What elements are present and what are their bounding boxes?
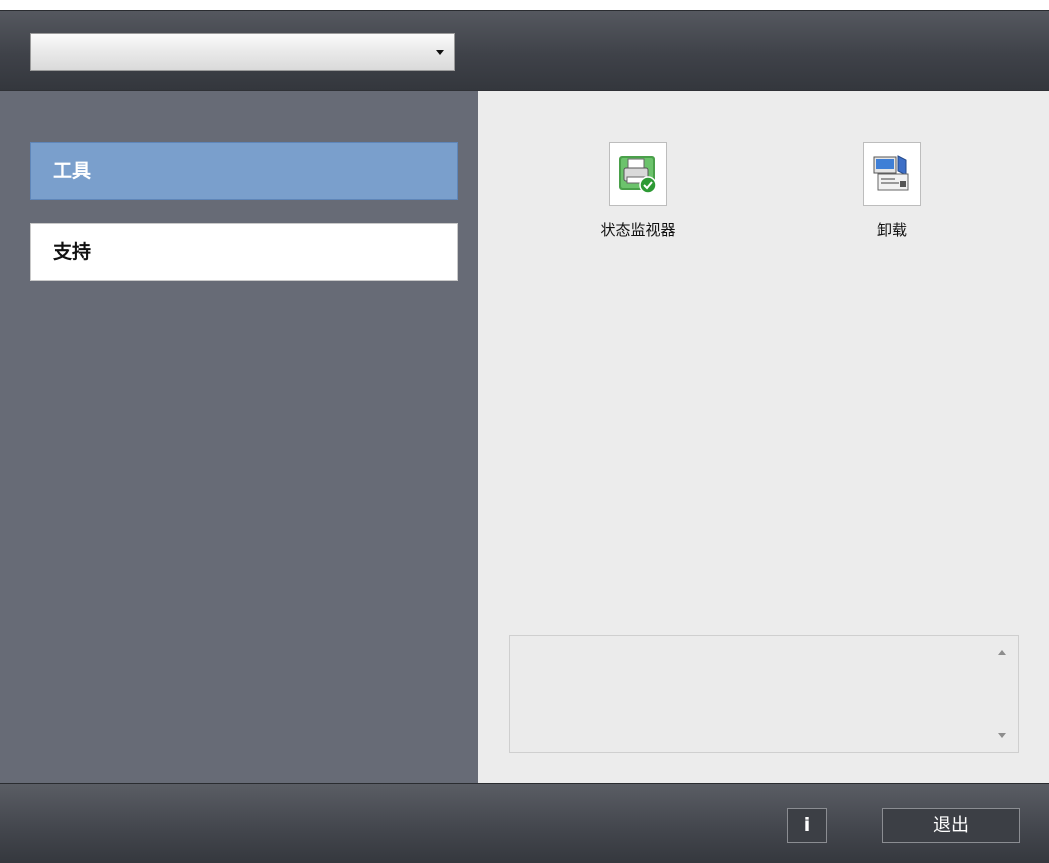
status-monitor-label: 状态监视器 <box>600 221 676 239</box>
scroll-down-icon[interactable] <box>998 733 1006 738</box>
scroll-up-icon[interactable] <box>998 650 1006 655</box>
sidebar-item-label: 工具 <box>53 160 92 182</box>
uninstall-button[interactable] <box>863 142 921 206</box>
uninstall-icon <box>873 155 909 191</box>
sidebar-item-support[interactable]: 支持 <box>30 223 458 281</box>
info-button[interactable]: i <box>787 808 827 843</box>
printer-dropdown[interactable] <box>30 33 455 71</box>
description-box[interactable] <box>509 635 1019 753</box>
app-window: 工具 支持 状态监视器 卸载 i 退出 <box>0 10 1049 863</box>
uninstall-label: 卸载 <box>876 221 907 239</box>
status-monitor-button[interactable] <box>609 142 667 206</box>
sidebar-item-label: 支持 <box>53 241 92 263</box>
sidebar: 工具 支持 <box>0 90 478 783</box>
exit-button[interactable]: 退出 <box>882 808 1020 843</box>
footer-bar: i 退出 <box>0 783 1049 863</box>
uninstall-tool[interactable]: 卸载 <box>822 142 962 240</box>
main-content: 状态监视器 卸载 <box>478 90 1049 783</box>
header-bar <box>0 10 1049 90</box>
chevron-down-icon[interactable] <box>436 50 444 55</box>
status-monitor-tool[interactable]: 状态监视器 <box>568 142 708 240</box>
sidebar-item-tools[interactable]: 工具 <box>30 142 458 200</box>
status-monitor-icon <box>619 156 657 194</box>
